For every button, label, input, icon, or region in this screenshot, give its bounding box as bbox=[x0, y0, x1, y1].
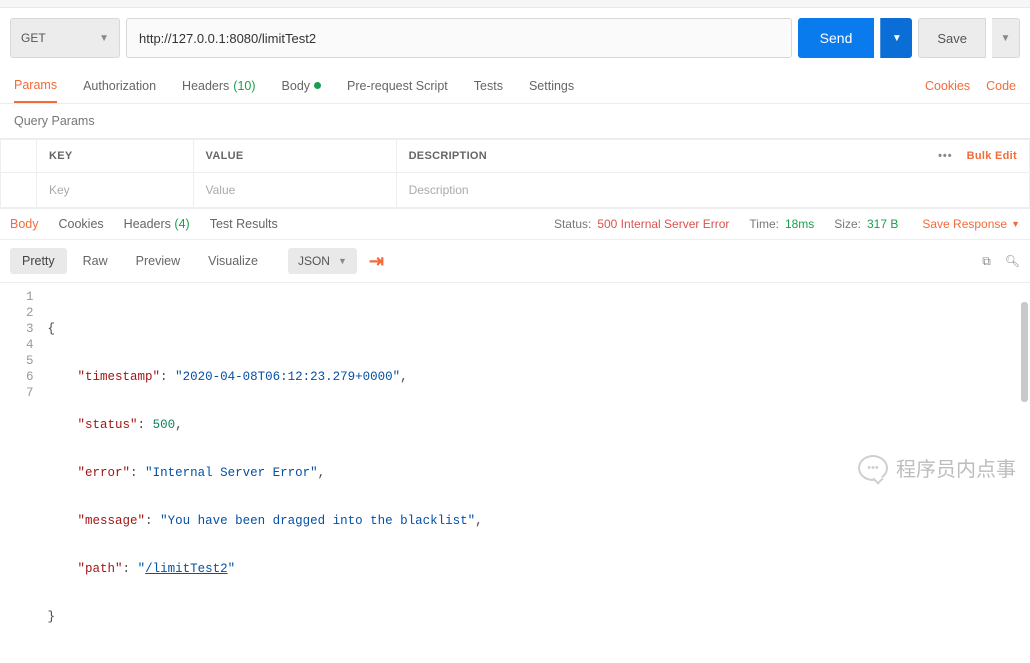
view-preview[interactable]: Preview bbox=[124, 248, 192, 274]
size-value: 317 B bbox=[867, 217, 898, 231]
response-tab-cookies[interactable]: Cookies bbox=[59, 217, 104, 231]
watermark: ••• 程序员内点事 bbox=[858, 453, 1016, 482]
cookies-link[interactable]: Cookies bbox=[925, 79, 970, 93]
time-value: 18ms bbox=[785, 217, 814, 231]
description-cell[interactable]: Description bbox=[396, 173, 1029, 208]
column-description: DESCRIPTION ••• Bulk Edit bbox=[396, 140, 1029, 173]
bulk-edit-link[interactable]: Bulk Edit bbox=[967, 150, 1017, 162]
column-key: KEY bbox=[37, 140, 194, 173]
url-input[interactable] bbox=[126, 18, 792, 58]
status-value: 500 Internal Server Error bbox=[597, 217, 729, 231]
table-row[interactable]: Key Value Description bbox=[1, 173, 1030, 208]
save-response-button[interactable]: Save Response ▼ bbox=[922, 217, 1020, 231]
view-visualize[interactable]: Visualize bbox=[196, 248, 270, 274]
viewer-toolbar: Pretty Raw Preview Visualize JSON ▼ ⇥ ⧉ … bbox=[0, 240, 1030, 283]
view-pretty[interactable]: Pretty bbox=[10, 248, 67, 274]
tab-prerequest[interactable]: Pre-request Script bbox=[347, 68, 448, 103]
tab-tests[interactable]: Tests bbox=[474, 68, 503, 103]
response-tab-headers[interactable]: Headers (4) bbox=[124, 217, 190, 231]
http-method-value: GET bbox=[21, 31, 46, 45]
copy-icon[interactable]: ⧉ bbox=[982, 254, 991, 269]
wrap-lines-icon[interactable]: ⇥ bbox=[369, 251, 384, 272]
tab-authorization[interactable]: Authorization bbox=[83, 68, 156, 103]
scrollbar[interactable] bbox=[1021, 302, 1028, 402]
format-select[interactable]: JSON ▼ bbox=[288, 248, 357, 274]
chevron-down-icon: ▼ bbox=[892, 33, 902, 44]
request-tabs: Params Authorization Headers (10) Body P… bbox=[0, 68, 1030, 104]
line-gutter: 1 2 3 4 5 6 7 bbox=[0, 289, 48, 657]
response-tab-test-results[interactable]: Test Results bbox=[210, 217, 278, 231]
view-raw[interactable]: Raw bbox=[71, 248, 120, 274]
tab-settings[interactable]: Settings bbox=[529, 68, 574, 103]
tab-params[interactable]: Params bbox=[14, 68, 57, 103]
time-label: Time: bbox=[749, 217, 779, 231]
dot-indicator-icon bbox=[314, 82, 321, 89]
column-value: VALUE bbox=[193, 140, 396, 173]
chevron-down-icon: ▼ bbox=[1011, 219, 1020, 229]
query-params-header: Query Params bbox=[0, 104, 1030, 139]
search-icon[interactable]: 🔍︎ bbox=[1005, 254, 1020, 268]
chevron-down-icon: ▼ bbox=[1001, 33, 1011, 44]
key-cell[interactable]: Key bbox=[37, 173, 194, 208]
status-label: Status: bbox=[554, 217, 591, 231]
send-dropdown-button[interactable]: ▼ bbox=[880, 18, 912, 58]
response-tab-body[interactable]: Body bbox=[10, 217, 39, 231]
size-label: Size: bbox=[834, 217, 861, 231]
http-method-select[interactable]: GET ▼ bbox=[10, 18, 120, 58]
code-content: { "timestamp": "2020-04-08T06:12:23.279+… bbox=[48, 289, 483, 657]
save-dropdown-button[interactable]: ▼ bbox=[992, 18, 1020, 58]
send-button[interactable]: Send bbox=[798, 18, 875, 58]
value-cell[interactable]: Value bbox=[193, 173, 396, 208]
response-tabs: Body Cookies Headers (4) Test Results St… bbox=[0, 208, 1030, 240]
chevron-down-icon: ▼ bbox=[338, 256, 347, 266]
more-options-icon[interactable]: ••• bbox=[938, 150, 953, 162]
save-button[interactable]: Save bbox=[918, 18, 986, 58]
query-params-table: KEY VALUE DESCRIPTION ••• Bulk Edit Key … bbox=[0, 139, 1030, 208]
code-link[interactable]: Code bbox=[986, 79, 1016, 93]
wechat-icon: ••• bbox=[858, 455, 888, 481]
tab-headers[interactable]: Headers (10) bbox=[182, 68, 255, 103]
chevron-down-icon: ▼ bbox=[99, 33, 109, 44]
tab-body[interactable]: Body bbox=[282, 68, 322, 103]
